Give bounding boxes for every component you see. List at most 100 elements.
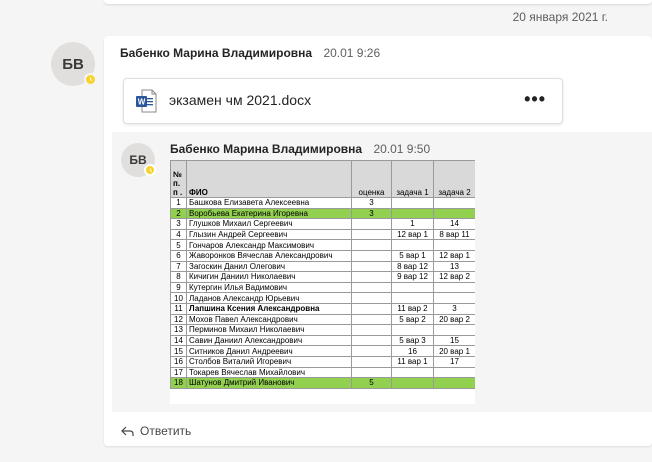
row-number: 10 [170, 292, 187, 304]
row-grade [351, 355, 392, 368]
row-task1: 9 вар 12 [391, 271, 434, 283]
row-name: Воробьева Екатерина Игоревна [186, 207, 352, 220]
table-row: 3 Глушков Михаил Сергеевич 1 14 [170, 218, 475, 230]
row-task2 [433, 239, 475, 251]
row-name: Мохов Павел Александрович [186, 313, 352, 326]
file-attachment-card[interactable]: W экзамен чм 2021.docx ••• [123, 78, 563, 124]
table-row: 2 Воробьева Екатерина Игоревна 3 [170, 207, 475, 220]
row-task1 [391, 207, 434, 220]
table-row: 7 Загоскин Данил Олегович 8 вар 12 13 [170, 260, 475, 273]
row-name: Глушков Михаил Сергеевич [186, 218, 352, 230]
row-number: 12 [170, 313, 187, 326]
row-grade [351, 345, 392, 357]
row-task2: 15 [433, 334, 475, 347]
date-divider: 20 января 2021 г. [512, 10, 608, 24]
row-number: 8 [170, 271, 187, 283]
row-task2: 17 [433, 355, 475, 368]
table-row: 16 Столбов Виталий Игоревич 11 вар 1 17 [170, 355, 475, 368]
table-row: 14 Савин Даниил Александрович 5 вар 3 15 [170, 334, 475, 347]
avatar-initials: БВ [62, 55, 84, 73]
row-number: 3 [170, 218, 187, 230]
row-grade: 3 [351, 207, 392, 220]
row-task1 [391, 239, 434, 251]
header-grade: оценка [351, 160, 392, 198]
row-grade [351, 281, 392, 294]
row-task1 [391, 281, 434, 294]
svg-text:W: W [138, 98, 146, 107]
word-document-icon: W [136, 89, 157, 113]
row-number: 17 [170, 366, 187, 379]
reply-author: Бабенко Марина Владимировна [170, 142, 363, 156]
row-name: Башкова Елизавета Алексеевна [186, 197, 352, 209]
row-grade [351, 239, 392, 251]
table-row: 18 Шатунов Дмитрий Иванович 5 [170, 377, 475, 389]
row-task1: 1 [391, 218, 434, 230]
row-name: Токарев Вячеслав Михайлович [186, 366, 352, 379]
row-grade [351, 249, 392, 262]
row-task2 [433, 281, 475, 294]
table-row: 6 Жаворонков Вячеслав Александрович 5 вар … [170, 249, 475, 262]
table-row: 9 Кутергин Илья Вадимович [170, 281, 475, 294]
row-name: Столбов Виталий Игоревич [186, 355, 352, 368]
row-task1: 5 вар 1 [391, 249, 434, 262]
row-number: 13 [170, 324, 187, 336]
row-task2: 14 [433, 218, 475, 230]
row-grade: 5 [351, 377, 392, 389]
row-grade [351, 218, 392, 230]
row-task1 [391, 292, 434, 304]
row-task2 [433, 366, 475, 379]
row-number: 16 [170, 355, 187, 368]
row-grade [351, 313, 392, 326]
table-row: 8 Кичигин Даниил Николаевич 9 вар 12 12 вар… [170, 271, 475, 283]
table-row: 11 Лапшина Ксения Александровна 11 вар 23 [170, 302, 475, 315]
row-name: Ситников Данил Андреевич [186, 345, 352, 357]
row-name: Гончаров Александр Максимович [186, 239, 352, 251]
reply-header: Бабенко Марина Владимировна 20.01 9:50 [170, 142, 430, 156]
row-task1: 8 вар 12 [391, 260, 434, 273]
header-name: ФИО [186, 160, 352, 198]
grades-table: № п.п . ФИО оценка задача 1 задача 2 1 Ба… [170, 160, 475, 389]
message-time: 20.01 9:26 [323, 46, 381, 60]
row-task1: 11 вар 2 [391, 302, 434, 315]
reply-avatar-initials: БВ [129, 153, 147, 167]
row-task1: 12 вар 1 [391, 228, 434, 241]
row-number: 1 [170, 197, 187, 209]
row-task2 [433, 207, 475, 220]
row-task1 [391, 377, 434, 389]
row-grade [351, 302, 392, 315]
row-task2: 20 вар 1 [433, 345, 475, 357]
row-task2: 3 [433, 302, 475, 315]
table-row: 13 Перминов Михаил Николаевич [170, 324, 475, 336]
row-task2 [433, 324, 475, 336]
row-task2: 8 вар 11 [433, 228, 475, 241]
row-grade [351, 366, 392, 379]
row-task1: 5 вар 3 [391, 334, 434, 347]
row-grade [351, 334, 392, 347]
row-task1: 16 [391, 345, 434, 357]
row-name: Кутергин Илья Вадимович [186, 281, 352, 294]
row-task2: 12 вар 2 [433, 271, 475, 283]
row-task1 [391, 366, 434, 379]
table-row: 15 Ситников Данил Андреевич 16 20 вар 1 [170, 345, 475, 357]
row-name: Лапшина Ксения Александровна [186, 302, 352, 315]
row-task1: 5 вар 2 [391, 313, 434, 326]
reply-time: 20.01 9:50 [373, 142, 431, 156]
row-grade [351, 324, 392, 336]
reply-button[interactable]: Ответить [121, 424, 191, 438]
row-task1 [391, 324, 434, 336]
row-number: 7 [170, 260, 187, 273]
reply-arrow-icon [121, 426, 134, 436]
file-name[interactable]: экзамен чм 2021.docx [169, 92, 311, 108]
previous-message-card [104, 0, 652, 4]
row-task2: 13 [433, 260, 475, 273]
table-row: 12 Мохов Павел Александрович 5 вар 2 20 вар… [170, 313, 475, 326]
row-name: Загоскин Данил Олегович [186, 260, 352, 273]
row-grade [351, 260, 392, 273]
message-header: Бабенко Марина Владимировна 20.01 9:26 [120, 46, 380, 60]
row-number: 18 [170, 377, 187, 389]
table-row: 1 Башкова Елизавета Алексеевна 3 [170, 197, 475, 209]
row-name: Ладанов Александр Юрьевич [186, 292, 352, 304]
more-options-button[interactable]: ••• [524, 89, 546, 110]
row-task2 [433, 292, 475, 304]
spreadsheet-screenshot[interactable]: № п.п . ФИО оценка задача 1 задача 2 1 Ба… [170, 160, 475, 404]
